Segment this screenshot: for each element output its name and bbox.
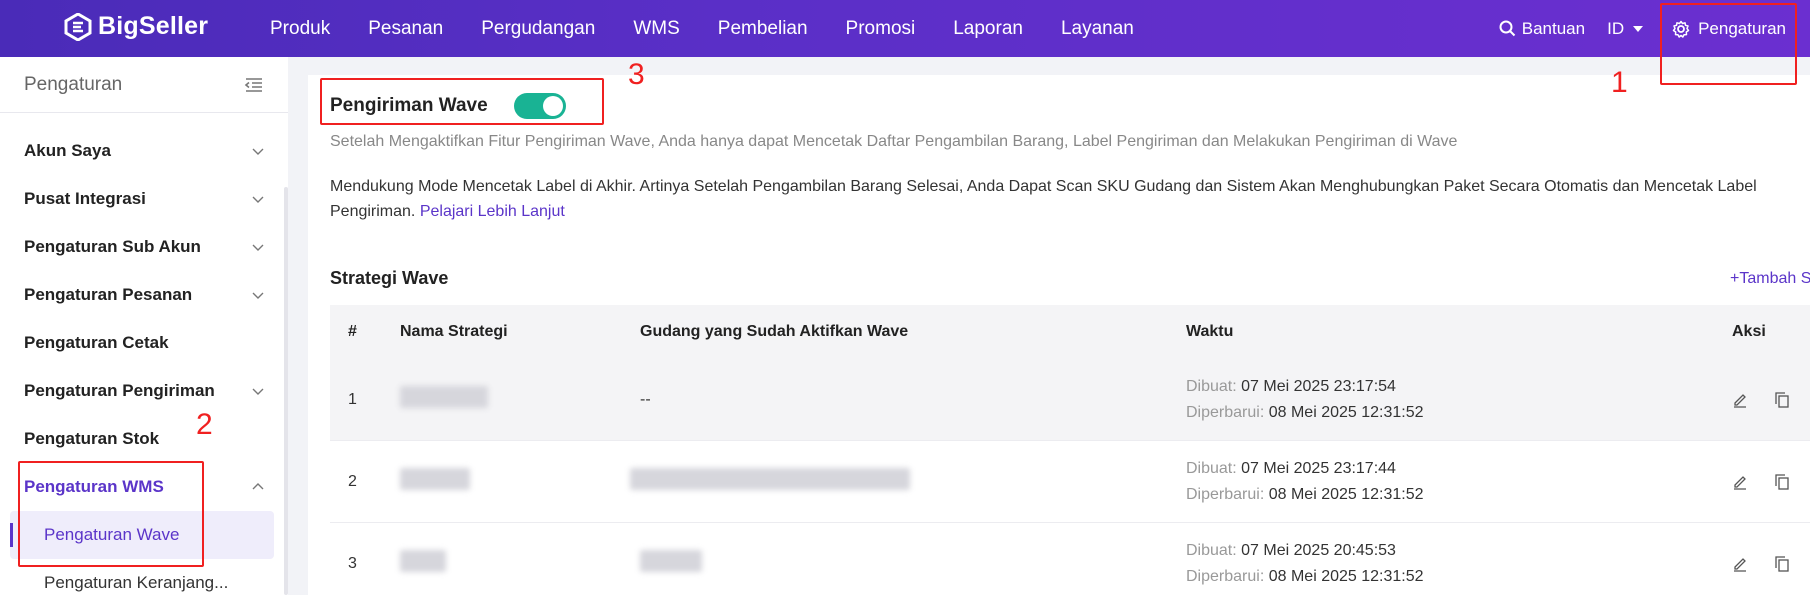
edit-icon[interactable] [1732, 474, 1748, 490]
sidebar-scrollbar[interactable] [284, 187, 288, 595]
sidebar-item-sub-akun[interactable]: Pengaturan Sub Akun [0, 223, 288, 271]
chevron-up-icon [252, 483, 264, 490]
mode-text: Mendukung Mode Mencetak Label di Akhir. … [330, 178, 1757, 195]
col-name: Nama Strategi [400, 323, 508, 340]
table-row: 2 Dibuat: 07 Mei 2025 23:17:44 Diperbaru… [330, 441, 1810, 523]
redacted-warehouse [640, 550, 702, 572]
row-number: 1 [348, 390, 357, 408]
copy-icon[interactable] [1774, 473, 1790, 490]
table-row: 3 Dibuat: 07 Mei 2025 20:45:53 Diperbaru… [330, 523, 1810, 595]
learn-more-link[interactable]: Pelajari Lebih Lanjut [420, 203, 565, 220]
sidebar-title: Pengaturan [24, 73, 123, 95]
row-warehouse: -- [640, 390, 651, 408]
sidebar-item-label: Pengaturan Stok [24, 429, 160, 448]
annotation-box-3 [320, 78, 604, 125]
row-number: 2 [348, 472, 357, 490]
redacted-name [400, 386, 488, 408]
search-icon [1499, 20, 1515, 37]
sidebar-subitem-label: Pengaturan Keranjang... [44, 573, 229, 592]
nav-promosi[interactable]: Promosi [846, 18, 916, 40]
col-warehouse: Gudang yang Sudah Aktifkan Wave [640, 323, 909, 340]
annotation-number-2: 2 [196, 408, 213, 441]
nav-wms[interactable]: WMS [633, 18, 679, 40]
sidebar-item-pengiriman[interactable]: Pengaturan Pengiriman [0, 367, 288, 415]
bigseller-logo-icon [64, 12, 92, 41]
sidebar-item-label: Akun Saya [24, 141, 111, 160]
annotation-number-3: 3 [628, 58, 645, 91]
add-strategy-link[interactable]: +Tambah S [1730, 270, 1810, 288]
top-navbar: BigSeller Produk Pesanan Pergudangan WMS… [0, 0, 1810, 57]
chevron-down-icon [252, 292, 264, 299]
redacted-name [400, 550, 446, 572]
redacted-warehouse [630, 468, 910, 490]
strategy-table: # Nama Strategi Gudang yang Sudah Aktifk… [330, 305, 1810, 595]
row-number: 3 [348, 554, 357, 572]
mode-text-end: Pengiriman. [330, 203, 416, 220]
col-action: Aksi [1732, 323, 1766, 340]
col-number: # [348, 323, 357, 340]
main-content: Pengiriman Wave Setelah Mengaktifkan Fit… [308, 75, 1810, 595]
sidebar-item-cetak[interactable]: Pengaturan Cetak [0, 319, 288, 367]
language-selector[interactable]: ID [1607, 19, 1644, 39]
chevron-down-icon [252, 148, 264, 155]
sidebar-item-label: Pengaturan Sub Akun [24, 237, 201, 256]
sidebar-item-label: Pusat Integrasi [24, 189, 146, 208]
table-row: 1 -- Dibuat: 07 Mei 2025 23:17:54 Diperb… [330, 359, 1810, 441]
brand-logo[interactable]: BigSeller [64, 12, 208, 41]
sidebar-header: Pengaturan [0, 57, 288, 113]
nav-pembelian[interactable]: Pembelian [718, 18, 808, 40]
nav-produk[interactable]: Produk [270, 18, 330, 40]
sidebar-item-label: Pengaturan Pengiriman [24, 381, 215, 400]
chevron-down-icon [252, 388, 264, 395]
col-time: Waktu [1186, 323, 1234, 340]
chevron-down-icon [252, 196, 264, 203]
edit-icon[interactable] [1732, 556, 1748, 572]
redacted-name [400, 468, 470, 490]
annotation-number-1: 1 [1611, 66, 1628, 99]
nav-layanan[interactable]: Layanan [1061, 18, 1134, 40]
annotation-box-2 [18, 461, 204, 567]
sidebar-item-pesanan[interactable]: Pengaturan Pesanan [0, 271, 288, 319]
table-header: # Nama Strategi Gudang yang Sudah Aktifk… [330, 305, 1810, 359]
sidebar-item-pusat-integrasi[interactable]: Pusat Integrasi [0, 175, 288, 223]
wave-description: Setelah Mengaktifkan Fitur Pengiriman Wa… [330, 133, 1458, 150]
help-button[interactable]: Bantuan [1499, 19, 1585, 39]
brand-name: BigSeller [98, 12, 209, 40]
nav-laporan[interactable]: Laporan [953, 18, 1023, 40]
strategy-title: Strategi Wave [330, 268, 449, 288]
row-time: Dibuat: 07 Mei 2025 23:17:44 Diperbarui:… [1186, 459, 1424, 503]
copy-icon[interactable] [1774, 391, 1790, 408]
row-time: Dibuat: 07 Mei 2025 23:17:54 Diperbarui:… [1186, 377, 1424, 421]
nav-pesanan[interactable]: Pesanan [368, 18, 443, 40]
collapse-sidebar-icon[interactable] [244, 77, 264, 93]
main-nav: Produk Pesanan Pergudangan WMS Pembelian… [270, 0, 1172, 57]
chevron-down-icon [252, 244, 264, 251]
copy-icon[interactable] [1774, 555, 1790, 572]
help-label: Bantuan [1521, 18, 1586, 38]
annotation-box-1 [1660, 3, 1797, 85]
nav-pergudangan[interactable]: Pergudangan [481, 18, 595, 40]
sidebar-item-label: Pengaturan Cetak [24, 333, 169, 352]
row-time: Dibuat: 07 Mei 2025 20:45:53 Diperbarui:… [1186, 541, 1424, 585]
sidebar-item-label: Pengaturan Pesanan [24, 285, 193, 304]
sidebar-item-stok[interactable]: Pengaturan Stok [0, 415, 288, 463]
sidebar-item-akun-saya[interactable]: Akun Saya [0, 127, 288, 175]
edit-icon[interactable] [1732, 392, 1748, 408]
caret-down-icon [1633, 25, 1644, 32]
language-label: ID [1607, 18, 1625, 38]
wave-mode-description: Mendukung Mode Mencetak Label di Akhir. … [330, 174, 1810, 224]
active-indicator [10, 523, 13, 547]
